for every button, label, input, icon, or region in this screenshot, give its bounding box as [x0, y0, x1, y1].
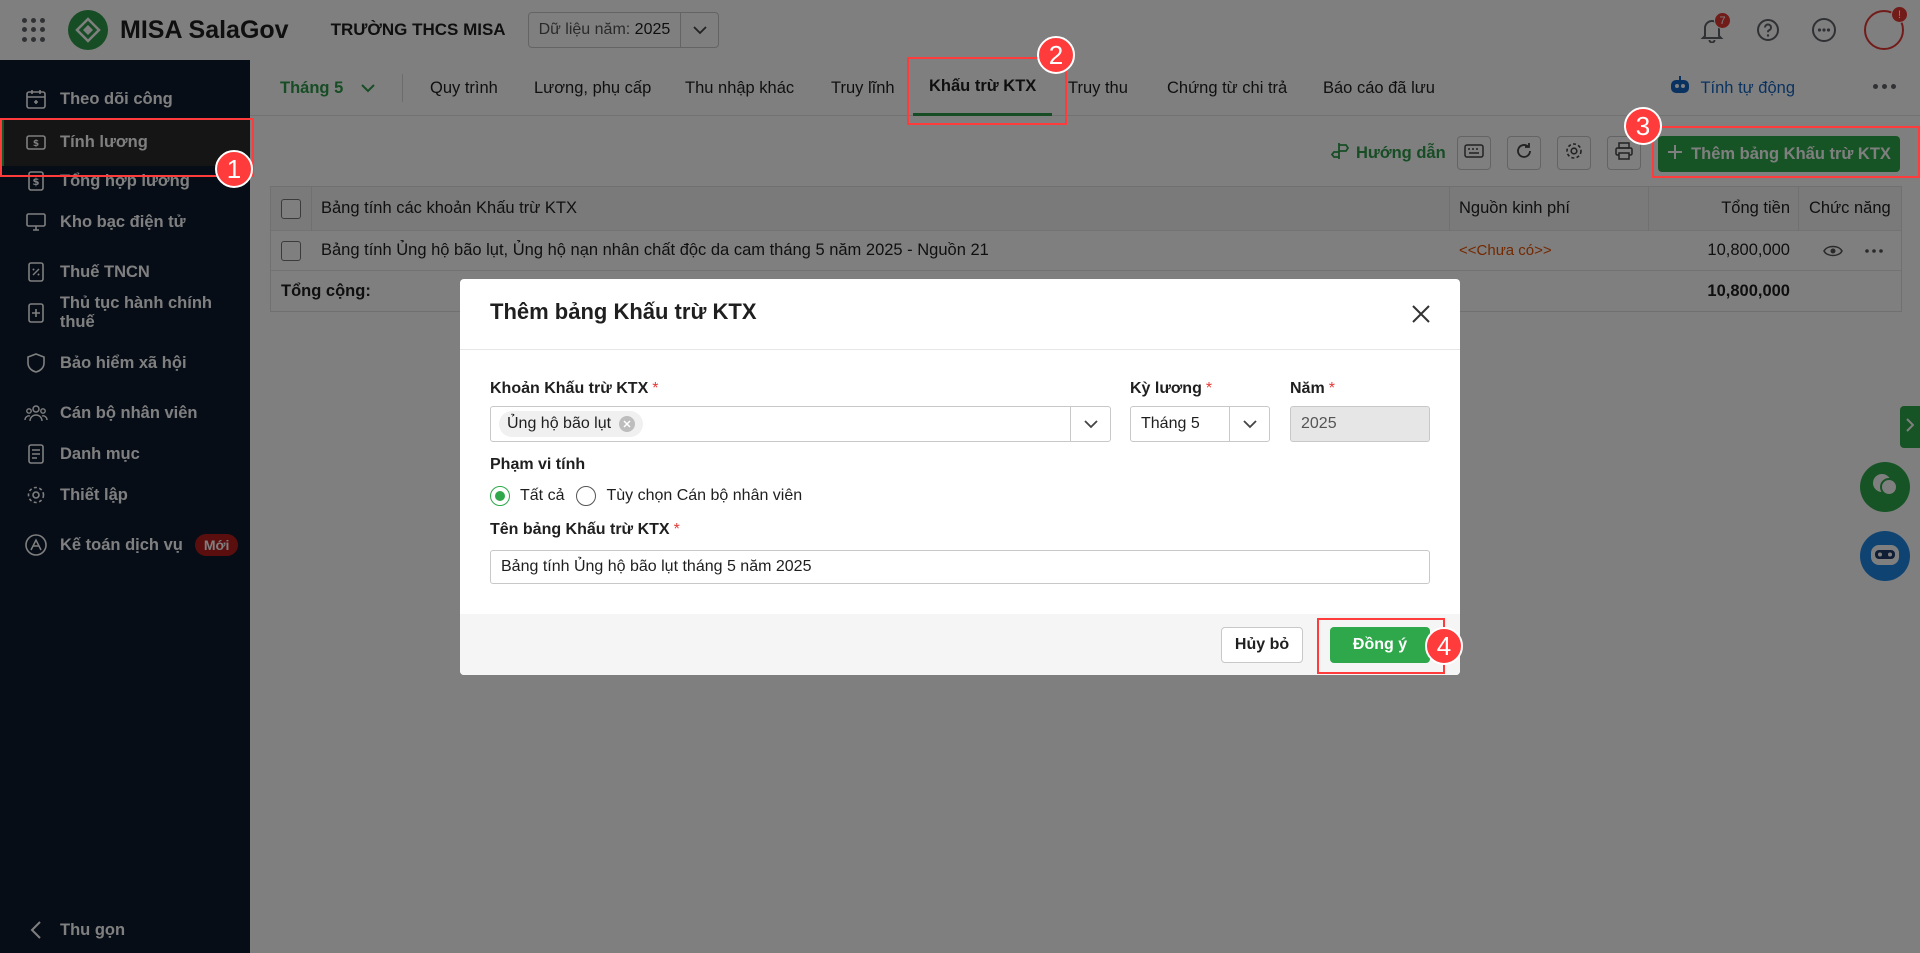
annotation-box-3	[1652, 126, 1920, 178]
scope-all-label[interactable]: Tất cả	[520, 487, 564, 505]
deduction-select[interactable]: Ủng hộ bão lụt	[490, 406, 1111, 442]
dialog-title: Thêm bảng Khấu trừ KTX	[490, 299, 757, 324]
period-label-text: Kỳ lương	[1130, 380, 1202, 397]
year-field: 2025	[1290, 406, 1430, 442]
required-mark: *	[1205, 380, 1213, 397]
scope-label: Phạm vi tính	[490, 456, 586, 473]
required-mark: *	[1328, 380, 1335, 397]
required-mark: *	[652, 380, 659, 397]
annotation-number-3: 3	[1624, 107, 1662, 145]
cancel-button[interactable]: Hủy bỏ	[1221, 627, 1303, 663]
table-name-input[interactable]: Bảng tính Ủng hộ bão lụt tháng 5 năm 202…	[490, 550, 1430, 584]
period-field-label: Kỳ lương *	[1130, 380, 1212, 398]
chevron-down-icon[interactable]	[1229, 407, 1269, 441]
chevron-down-icon[interactable]	[1070, 407, 1110, 441]
year-field-label: Năm *	[1290, 380, 1335, 398]
scope-radio-group: Tất cả Tùy chọn Cán bộ nhân viên	[490, 486, 802, 506]
dialog-header: Thêm bảng Khấu trừ KTX	[460, 279, 1460, 350]
period-select[interactable]: Tháng 5	[1130, 406, 1270, 442]
period-value: Tháng 5	[1141, 415, 1200, 432]
scope-custom-radio[interactable]	[576, 486, 597, 506]
annotation-number-4: 4	[1425, 627, 1463, 665]
scope-all-radio[interactable]	[490, 486, 510, 506]
table-name-label-text: Tên bảng Khấu trừ KTX	[490, 521, 670, 538]
table-name-field-label: Tên bảng Khấu trừ KTX *	[490, 521, 680, 539]
annotation-number-1: 1	[215, 150, 253, 188]
dialog-footer	[460, 614, 1460, 675]
chip-remove-icon[interactable]	[619, 416, 636, 432]
year-label-text: Năm	[1290, 380, 1325, 397]
deduction-label-text: Khoản Khấu trừ KTX	[490, 380, 649, 397]
scope-custom-label[interactable]: Tùy chọn Cán bộ nhân viên	[606, 487, 802, 505]
close-icon[interactable]	[1408, 301, 1434, 327]
selected-chip: Ủng hộ bão lụt	[499, 411, 644, 437]
deduction-field-label: Khoản Khấu trừ KTX *	[490, 380, 658, 398]
chip-label: Ủng hộ bão lụt	[507, 415, 612, 432]
required-mark: *	[673, 521, 680, 538]
add-deduction-dialog: Thêm bảng Khấu trừ KTX Khoản Khấu trừ KT…	[460, 279, 1460, 675]
annotation-number-2: 2	[1037, 36, 1075, 74]
